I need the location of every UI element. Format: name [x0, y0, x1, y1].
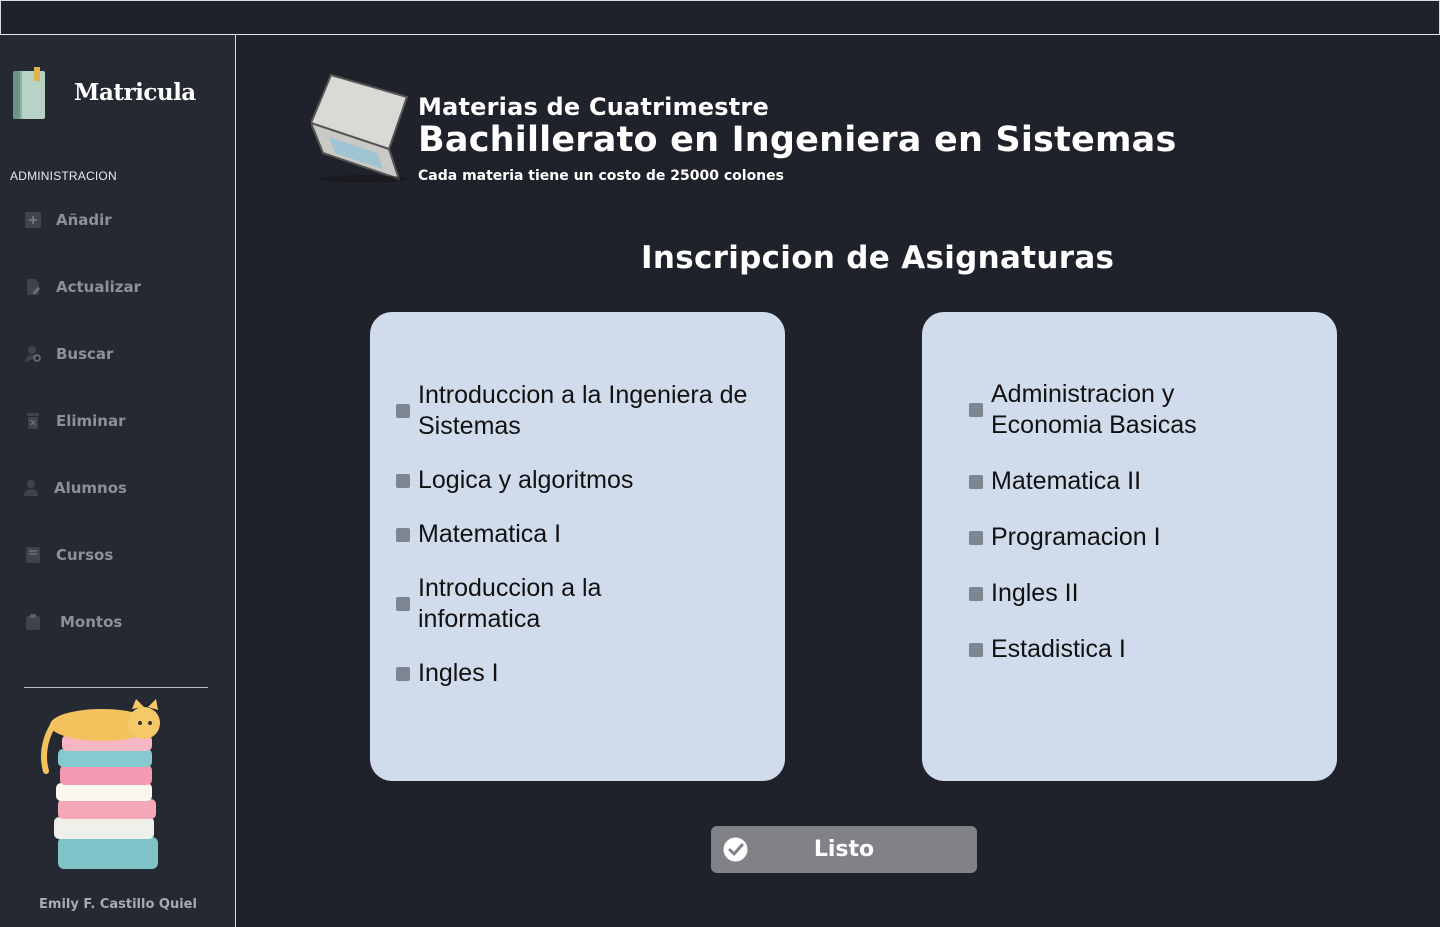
section-title: Inscripcion de Asignaturas: [641, 240, 1115, 276]
bullet-icon: [969, 474, 983, 489]
course-label: Programacion I: [991, 523, 1161, 551]
course-label: Matematica I: [418, 520, 562, 548]
clipboard-icon: [22, 611, 44, 633]
sidebar-item-label: Buscar: [56, 345, 114, 363]
course-item[interactable]: Programacion I: [969, 522, 1309, 553]
page-title: Bachillerato en Ingeniera en Sistemas: [418, 120, 1177, 160]
listo-button[interactable]: Listo: [711, 826, 977, 873]
author-credit: Emily F. Castillo Quiel: [39, 897, 197, 912]
sidebar-item-label: Montos: [60, 613, 123, 631]
cost-note: Cada materia tiene un costo de 25000 col…: [418, 168, 784, 184]
course-label: Logica y algoritmos: [418, 466, 634, 494]
sidebar-item-label: Eliminar: [56, 412, 126, 430]
course-label: Ingles II: [991, 579, 1079, 607]
sidebar-item-montos[interactable]: Montos: [22, 607, 122, 637]
trash-icon: [22, 410, 44, 432]
sidebar-item-label: Añadir: [56, 211, 112, 229]
notebook-icon: [13, 67, 45, 119]
check-circle-icon: [723, 837, 748, 862]
bullet-icon: [969, 530, 983, 545]
course-label: Administracion y Economia Basicas: [991, 380, 1197, 439]
course-item[interactable]: Matematica II: [969, 466, 1309, 497]
sidebar-item-label: Actualizar: [56, 278, 142, 296]
plus-square-icon: [22, 209, 44, 231]
listo-button-label: Listo: [813, 837, 875, 862]
course-label: Ingles I: [418, 659, 499, 687]
bullet-icon: [396, 527, 410, 542]
sidebar-item-cursos[interactable]: Cursos: [22, 540, 113, 570]
courses-card-right: Administracion y Economia Basicas Matema…: [922, 312, 1337, 781]
page-subtitle: Materias de Cuatrimestre: [418, 93, 769, 121]
bullet-icon: [396, 666, 410, 681]
course-item[interactable]: Introduccion a la informatica: [396, 573, 656, 635]
book-icon: [22, 544, 44, 566]
course-item[interactable]: Administracion y Economia Basicas: [969, 379, 1269, 441]
top-bar: [0, 0, 1440, 35]
course-item[interactable]: Matematica I: [396, 519, 768, 550]
bullet-icon: [396, 473, 410, 488]
course-label: Estadistica I: [991, 635, 1126, 663]
user-search-icon: [22, 343, 44, 365]
bullet-icon: [969, 586, 983, 601]
sidebar-item-label: Cursos: [56, 546, 114, 564]
bullet-icon: [969, 403, 983, 417]
course-item[interactable]: Introduccion a la Ingeniera de Sistemas: [396, 380, 768, 442]
course-item[interactable]: Logica y algoritmos: [396, 465, 768, 496]
user-icon: [20, 477, 42, 499]
cat-on-books-illustration: [41, 699, 160, 869]
brand-title: Matricula: [74, 79, 196, 106]
section-label: ADMINISTRACION: [10, 169, 117, 183]
bullet-icon: [969, 642, 983, 657]
bullet-icon: [396, 597, 410, 611]
course-item[interactable]: Estadistica I: [969, 634, 1309, 665]
sidebar-item-actualizar[interactable]: Actualizar: [22, 272, 141, 302]
course-item[interactable]: Ingles I: [396, 658, 768, 689]
course-label: Introduccion a la Ingeniera de Sistemas: [418, 381, 748, 440]
courses-card-left: Introduccion a la Ingeniera de Sistemas …: [370, 312, 785, 781]
sidebar: Matricula ADMINISTRACION Añadir Actualiz…: [0, 35, 236, 927]
sidebar-item-anadir[interactable]: Añadir: [22, 205, 112, 235]
file-edit-icon: [22, 276, 44, 298]
bullet-icon: [396, 404, 410, 418]
sidebar-item-alumnos[interactable]: Alumnos: [20, 473, 127, 503]
course-label: Matematica II: [991, 467, 1142, 495]
laptop-icon: [311, 73, 409, 183]
brand[interactable]: Matricula: [8, 67, 228, 127]
sidebar-item-buscar[interactable]: Buscar: [22, 339, 113, 369]
main-content: Materias de Cuatrimestre Bachillerato en…: [237, 35, 1440, 927]
sidebar-item-label: Alumnos: [54, 479, 127, 497]
sidebar-item-eliminar[interactable]: Eliminar: [22, 406, 126, 436]
course-item[interactable]: Ingles II: [969, 578, 1309, 609]
sidebar-divider: [24, 687, 208, 688]
course-label: Introduccion a la informatica: [418, 574, 602, 633]
